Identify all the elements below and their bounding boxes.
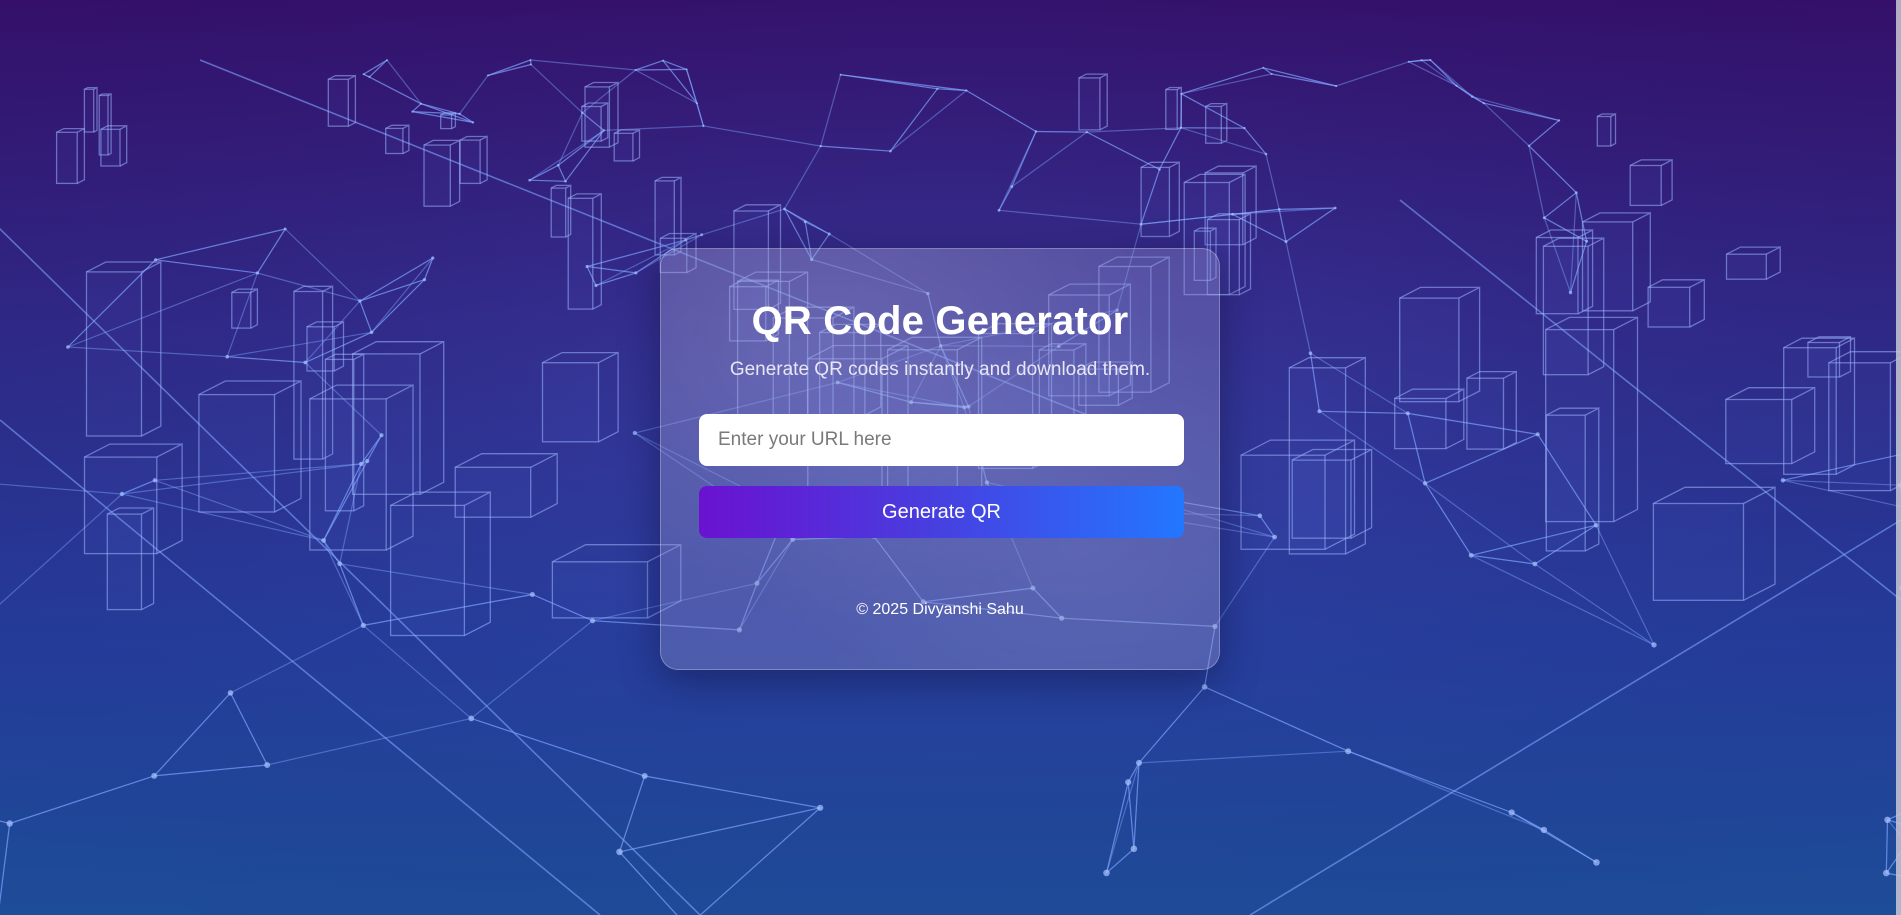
qr-generator-card: QR Code Generator Generate QR codes inst…	[660, 248, 1220, 670]
page-title: QR Code Generator	[751, 299, 1129, 343]
url-input[interactable]	[699, 414, 1184, 466]
page-subtitle: Generate QR codes instantly and download…	[729, 359, 1151, 380]
generate-qr-button[interactable]: Generate QR	[699, 486, 1184, 538]
footer-copyright: © 2025 Divyanshi Sahu	[856, 601, 1024, 618]
scrollbar[interactable]	[1896, 0, 1901, 915]
